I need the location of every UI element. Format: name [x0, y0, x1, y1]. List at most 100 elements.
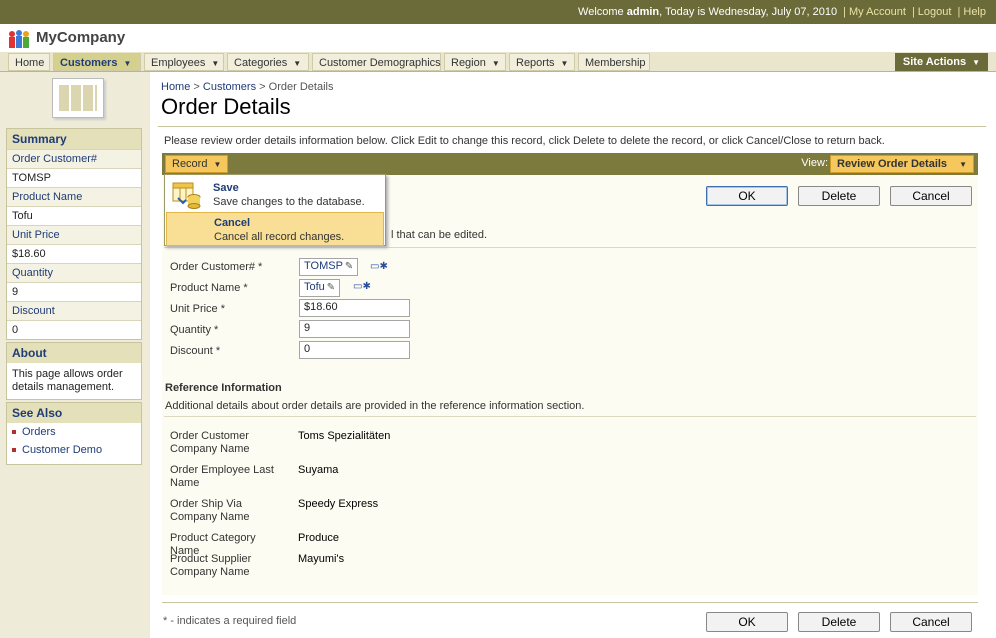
- menu-item-save[interactable]: Save Save changes to the database.: [166, 177, 384, 211]
- menu-item-cancel[interactable]: Cancel Cancel all record changes.: [166, 212, 384, 246]
- new-record-icon[interactable]: ▭✱: [370, 261, 388, 273]
- save-title: Save: [213, 182, 239, 194]
- reference-label: Order Customer Company Name: [170, 430, 250, 455]
- chevron-down-icon: ▼: [959, 160, 967, 169]
- summary-label: Unit Price: [7, 225, 141, 244]
- field-label: Order Customer# *: [170, 261, 263, 273]
- delete-button-bottom[interactable]: Delete: [798, 612, 880, 632]
- view-label: View:: [801, 157, 828, 169]
- ok-button[interactable]: OK: [706, 186, 788, 206]
- breadcrumb-customers[interactable]: Customers: [203, 81, 256, 93]
- menu-employees[interactable]: Employees ▼: [144, 53, 224, 71]
- menu-region[interactable]: Region ▼: [444, 53, 506, 71]
- main-menu: Home Customers ▼ Employees ▼ Categories ▼ C…: [0, 52, 996, 72]
- menu-customers[interactable]: Customers ▼: [53, 53, 141, 71]
- summary-label: Product Name: [7, 187, 141, 206]
- summary-label: Quantity: [7, 263, 141, 282]
- page-intro: Please review order details information …: [164, 135, 885, 147]
- field-label: Quantity *: [170, 324, 219, 336]
- reference-title: Reference Information: [165, 382, 282, 394]
- save-description: Save changes to the database.: [213, 196, 365, 208]
- chevron-down-icon: ▼: [972, 58, 980, 67]
- page-title: Order Details: [161, 94, 291, 119]
- ok-button-bottom[interactable]: OK: [706, 612, 788, 632]
- about-title: About: [7, 343, 141, 363]
- app-name[interactable]: MyCompany: [36, 29, 125, 46]
- discount-input[interactable]: 0: [299, 341, 410, 359]
- new-record-icon[interactable]: ▭✱: [353, 281, 371, 293]
- divider: [164, 416, 976, 417]
- reference-description: Additional details about order details a…: [165, 400, 585, 412]
- reference-label: Product Supplier Company Name: [170, 553, 252, 578]
- about-panel: About This page allows order details man…: [6, 342, 142, 400]
- reference-value: Produce: [298, 532, 339, 544]
- record-dropdown-menu: Save Save changes to the database. Cance…: [164, 174, 386, 246]
- chevron-down-icon: ▼: [560, 59, 569, 68]
- reference-value: Toms Spezialitäten: [298, 430, 391, 442]
- menu-home[interactable]: Home: [8, 53, 50, 71]
- cancel-button[interactable]: Cancel: [890, 186, 972, 206]
- menu-customer-demographics[interactable]: Customer Demographics: [312, 53, 441, 71]
- help-link[interactable]: Help: [963, 6, 986, 18]
- field-label: Product Name *: [170, 282, 248, 294]
- breadcrumb-current: Order Details: [268, 81, 334, 93]
- about-text: This page allows order details managemen…: [12, 368, 123, 393]
- chevron-down-icon: ▼: [213, 160, 222, 169]
- product-name-lookup[interactable]: Tofu ✎: [299, 279, 341, 297]
- chevron-down-icon: ▼: [211, 59, 220, 68]
- company-logo-icon: [9, 30, 29, 48]
- reference-value: Suyama: [298, 464, 339, 476]
- my-account-link[interactable]: My Account: [849, 6, 906, 18]
- quantity-input[interactable]: 9: [299, 320, 410, 338]
- bullet-icon: [12, 448, 16, 453]
- reference-label: Order Employee Last Name: [170, 464, 274, 489]
- chevron-down-icon: ▼: [123, 59, 132, 68]
- see-also-orders-link[interactable]: Orders: [7, 423, 141, 441]
- divider: [162, 602, 978, 603]
- chevron-down-icon: ▼: [293, 59, 302, 68]
- menu-categories[interactable]: Categories ▼: [227, 53, 309, 71]
- cancel-button-bottom[interactable]: Cancel: [890, 612, 972, 632]
- menu-membership[interactable]: Membership: [578, 53, 650, 71]
- summary-value: TOMSP: [7, 168, 141, 187]
- breadcrumb-home[interactable]: Home: [161, 81, 190, 93]
- summary-value: $18.60: [7, 244, 141, 263]
- page-thumbnail-icon: [52, 78, 104, 118]
- site-actions-button[interactable]: Site Actions ▼: [894, 53, 988, 71]
- top-bar: Welcome admin, Today is Wednesday, July …: [0, 0, 996, 24]
- logo-row: MyCompany: [0, 24, 996, 52]
- eraser-icon[interactable]: ✎: [345, 261, 353, 272]
- main-content: Home > Customers > Order Details Order D…: [150, 72, 996, 638]
- welcome-text: Welcome admin, Today is Wednesday, July …: [578, 6, 986, 18]
- record-menu-button[interactable]: Record ▼: [165, 155, 229, 173]
- left-sidebar: Summary Order Customer# TOMSP Product Na…: [0, 72, 150, 638]
- summary-panel: Summary Order Customer# TOMSP Product Na…: [6, 128, 142, 340]
- summary-value: 0: [7, 320, 141, 339]
- section-description: l that can be edited.: [391, 229, 488, 241]
- eraser-icon[interactable]: ✎: [327, 282, 335, 293]
- cancel-description: Cancel all record changes.: [214, 231, 345, 243]
- unit-price-input[interactable]: $18.60: [299, 299, 410, 317]
- required-footnote: * - indicates a required field: [163, 615, 297, 627]
- summary-title: Summary: [7, 129, 141, 149]
- action-bar: Record ▼ View: Review Order Details ▼: [162, 153, 978, 175]
- see-also-panel: See Also Orders Customer Demo: [6, 402, 142, 465]
- order-customer-lookup[interactable]: TOMSP ✎: [299, 258, 359, 276]
- bullet-icon: [12, 430, 16, 435]
- save-database-icon: [172, 182, 201, 209]
- see-also-customer-demo-link[interactable]: Customer Demo: [7, 441, 141, 459]
- field-label: Discount *: [170, 345, 221, 357]
- summary-label: Discount: [7, 301, 141, 320]
- view-selector[interactable]: Review Order Details ▼: [830, 155, 974, 173]
- reference-value: Speedy Express: [298, 498, 379, 510]
- chevron-down-icon: ▼: [491, 59, 500, 68]
- summary-value: Tofu: [7, 206, 141, 225]
- delete-button[interactable]: Delete: [798, 186, 880, 206]
- summary-value: 9: [7, 282, 141, 301]
- reference-value: Mayumi's: [298, 553, 345, 565]
- field-label: Unit Price *: [170, 303, 226, 315]
- logout-link[interactable]: Logout: [918, 6, 952, 18]
- menu-reports[interactable]: Reports ▼: [509, 53, 575, 71]
- divider: [158, 126, 986, 127]
- summary-label: Order Customer#: [7, 149, 141, 168]
